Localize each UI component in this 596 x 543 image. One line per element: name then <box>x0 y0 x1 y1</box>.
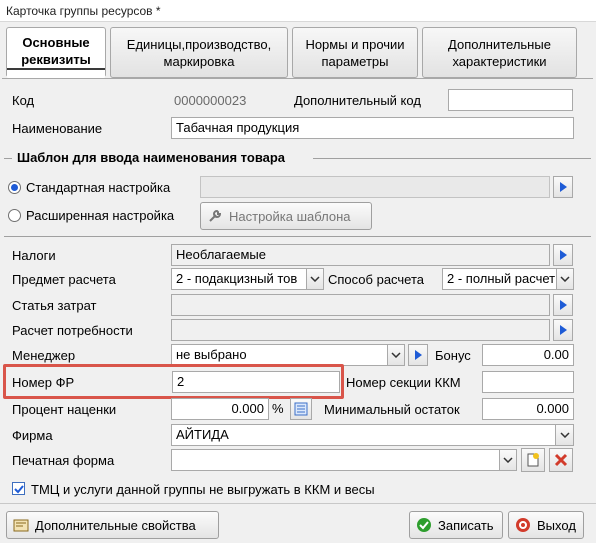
extra-properties-label: Дополнительные свойства <box>35 517 196 533</box>
section-line-right <box>313 158 591 159</box>
firm-dropdown[interactable] <box>555 424 574 446</box>
kkm-field[interactable] <box>482 371 574 393</box>
tab-units[interactable]: Единицы,производство, маркировка <box>110 27 288 78</box>
tab-extra[interactable]: Дополнительные характеристики <box>422 27 577 78</box>
tab-extra-label: Дополнительные характеристики <box>448 36 551 69</box>
markup-unit: % <box>272 401 284 416</box>
print-label: Печатная форма <box>12 453 115 468</box>
arrow-right-icon <box>415 350 422 360</box>
manager-select[interactable]: не выбрано <box>171 344 389 366</box>
standard-template-field <box>200 176 550 198</box>
minstock-field[interactable]: 0.000 <box>482 398 574 420</box>
manager-open-button[interactable] <box>408 344 428 366</box>
exit-button[interactable]: Выход <box>508 511 584 539</box>
method-select[interactable]: 2 - полный расчет <box>442 268 558 290</box>
tab-basic-label: Основные реквизиты <box>7 34 105 70</box>
extra-properties-button[interactable]: Дополнительные свойства <box>6 511 219 539</box>
calculator-button[interactable] <box>290 398 312 420</box>
delete-icon <box>554 453 568 467</box>
template-settings-label: Настройка шаблона <box>229 208 351 224</box>
radio-extended[interactable] <box>8 209 21 222</box>
cost-open-button[interactable] <box>553 294 573 316</box>
template-section-title: Шаблон для ввода наименования товара <box>17 150 286 165</box>
taxes-label: Налоги <box>12 248 56 263</box>
taxes-field: Необлагаемые <box>171 244 550 266</box>
subject-select[interactable]: 2 - подакцизный тов <box>171 268 308 290</box>
extra-code-field[interactable] <box>448 89 573 111</box>
extra-code-label: Дополнительный код <box>294 93 421 108</box>
cost-label: Статья затрат <box>12 298 97 313</box>
code-value: 0000000023 <box>174 93 247 108</box>
exit-icon <box>516 518 530 532</box>
subject-label: Предмет расчета <box>12 272 116 287</box>
demand-label: Расчет потребности <box>12 323 133 338</box>
code-label: Код <box>12 93 35 108</box>
check-icon <box>13 484 24 493</box>
properties-icon <box>13 519 29 532</box>
standard-label: Стандартная настройка <box>26 180 171 195</box>
chevron-down-icon <box>503 457 513 463</box>
footer-divider <box>0 503 596 504</box>
taxes-open-button[interactable] <box>553 244 573 266</box>
arrow-right-icon <box>560 300 567 310</box>
markup-label: Процент наценки <box>12 402 117 417</box>
demand-field <box>171 319 550 341</box>
method-label: Способ расчета <box>328 272 425 287</box>
delete-print-form-button[interactable] <box>549 448 573 472</box>
arrow-right-icon <box>560 325 567 335</box>
tabs-divider <box>2 78 593 79</box>
chevron-down-icon <box>391 352 401 358</box>
no-upload-checkbox[interactable] <box>12 482 25 495</box>
bonus-label: Бонус <box>435 348 471 363</box>
wrench-icon <box>209 209 222 222</box>
manager-label: Менеджер <box>12 348 76 363</box>
tab-basic[interactable]: Основные реквизиты <box>6 27 106 78</box>
standard-open-button[interactable] <box>553 176 573 198</box>
manager-dropdown[interactable] <box>387 344 405 366</box>
chevron-down-icon <box>310 276 320 282</box>
new-document-icon <box>527 453 539 467</box>
firm-select[interactable]: АЙТИДА <box>171 424 557 446</box>
template-settings-button[interactable]: Настройка шаблона <box>200 202 372 230</box>
arrow-right-icon <box>560 182 567 192</box>
name-label: Наименование <box>12 121 103 136</box>
print-dropdown[interactable] <box>499 449 517 471</box>
cost-field <box>171 294 550 316</box>
new-print-form-button[interactable] <box>521 448 545 472</box>
chevron-down-icon <box>559 432 570 438</box>
extended-label: Расширенная настройка <box>26 208 175 223</box>
no-upload-label: ТМЦ и услуги данной группы не выгружать … <box>31 482 375 497</box>
calculator-icon <box>294 402 308 416</box>
save-label: Записать <box>438 517 494 533</box>
print-select[interactable] <box>171 449 501 471</box>
markup-field[interactable]: 0.000 <box>171 398 269 420</box>
tab-norms[interactable]: Нормы и прочии параметры <box>292 27 418 78</box>
tab-units-label: Единицы,производство, маркировка <box>126 36 272 69</box>
method-dropdown[interactable] <box>556 268 574 290</box>
save-button[interactable]: Записать <box>409 511 503 539</box>
firm-label: Фирма <box>12 428 53 443</box>
bonus-field[interactable]: 0.00 <box>482 344 574 366</box>
name-field[interactable]: Табачная продукция <box>171 117 574 139</box>
tab-norms-label: Нормы и прочии параметры <box>305 36 405 69</box>
highlight-box <box>3 364 344 399</box>
subject-dropdown[interactable] <box>306 268 324 290</box>
save-icon <box>417 518 431 532</box>
minstock-label: Минимальный остаток <box>324 402 460 417</box>
kkm-label: Номер секции ККМ <box>346 375 461 390</box>
exit-label: Выход <box>537 517 576 533</box>
window-title: Карточка группы ресурсов * <box>0 0 596 22</box>
section-divider <box>4 236 591 237</box>
radio-standard[interactable] <box>8 181 21 194</box>
demand-open-button[interactable] <box>553 319 573 341</box>
section-line-left <box>4 158 12 159</box>
arrow-right-icon <box>560 250 567 260</box>
chevron-down-icon <box>560 276 570 282</box>
